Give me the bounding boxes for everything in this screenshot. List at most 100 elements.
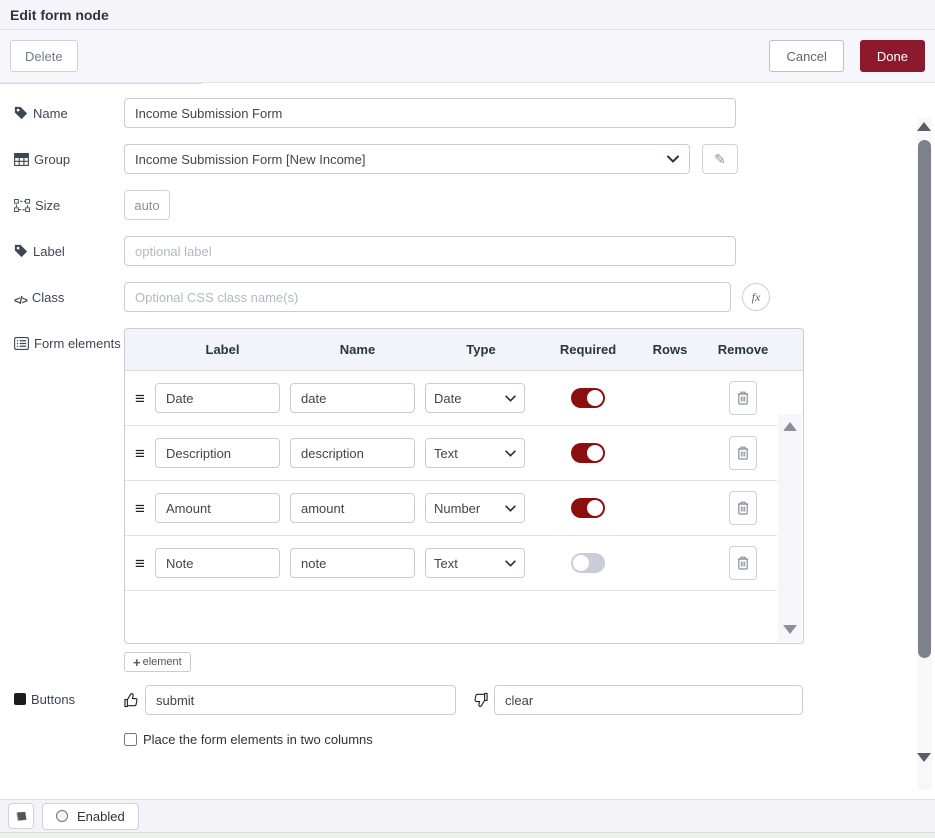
drag-handle-icon[interactable]: ≡ — [125, 555, 155, 572]
group-select-value: Income Submission Form [New Income] — [135, 152, 667, 167]
square-icon — [14, 693, 26, 705]
scrollbar-thumb[interactable] — [918, 140, 931, 658]
label-row: Label — [14, 236, 935, 266]
table-scrollbar[interactable] — [778, 414, 802, 642]
edit-form-node-dialog: Edit form node Delete Cancel Done ⚙ Prop… — [0, 0, 935, 838]
col-header-type: Type — [425, 342, 537, 357]
group-row: Group Income Submission Form [New Income… — [14, 144, 935, 174]
tag-icon — [14, 244, 28, 258]
thumbs-up-icon — [124, 692, 139, 708]
remove-element-button[interactable] — [729, 491, 757, 525]
name-input[interactable] — [124, 98, 736, 128]
table-row: ≡ Text — [125, 426, 777, 481]
name-label: Name — [14, 98, 124, 124]
element-name-input[interactable] — [290, 548, 415, 578]
chevron-down-icon — [505, 560, 516, 567]
enabled-label: Enabled — [77, 809, 125, 824]
edit-group-button[interactable]: ✎ — [702, 144, 738, 174]
tag-icon — [14, 106, 28, 120]
element-name-input[interactable] — [290, 383, 415, 413]
done-button[interactable]: Done — [860, 40, 925, 72]
drag-handle-icon[interactable]: ≡ — [125, 390, 155, 407]
label-input[interactable] — [124, 236, 736, 266]
form-elements-row: Form elements Label Name Type Required R… — [14, 328, 935, 672]
element-label-input[interactable] — [155, 383, 280, 413]
two-columns-checkbox[interactable] — [124, 733, 137, 746]
element-name-input[interactable] — [290, 493, 415, 523]
table-row: ≡ Date — [125, 371, 777, 426]
clear-button-text-input[interactable] — [494, 685, 803, 715]
element-name-input[interactable] — [290, 438, 415, 468]
chevron-down-icon — [505, 450, 516, 457]
dialog-scrollbar[interactable] — [917, 118, 932, 790]
col-header-label: Label — [155, 342, 290, 357]
chevron-down-icon — [667, 155, 679, 163]
page-background-strip — [0, 832, 935, 838]
scroll-down-icon[interactable] — [917, 753, 931, 762]
required-toggle[interactable] — [571, 498, 605, 518]
element-type-select[interactable]: Text — [425, 438, 525, 468]
label-label: Label — [14, 236, 124, 262]
chevron-down-icon — [505, 395, 516, 402]
element-type-select[interactable]: Text — [425, 548, 525, 578]
dialog-header: Edit form node — [0, 0, 935, 30]
chevron-down-icon — [505, 505, 516, 512]
required-toggle[interactable] — [571, 553, 605, 573]
properties-panel: Name Group Income Submission Form [New I… — [0, 84, 935, 799]
class-input[interactable] — [124, 282, 731, 312]
size-auto-button[interactable]: auto — [124, 190, 170, 220]
fx-button[interactable]: fx — [742, 283, 770, 311]
table-row: ≡ Number — [125, 481, 777, 536]
remove-element-button[interactable] — [729, 381, 757, 415]
fx-icon: fx — [752, 290, 761, 305]
element-type-select[interactable]: Number — [425, 493, 525, 523]
status-circle-icon — [56, 810, 68, 822]
book-icon — [15, 811, 28, 822]
element-label-input[interactable] — [155, 493, 280, 523]
add-element-button[interactable]: + element — [124, 652, 191, 672]
required-toggle[interactable] — [571, 388, 605, 408]
form-elements-label: Form elements — [14, 328, 124, 354]
submit-button-text-input[interactable] — [145, 685, 456, 715]
trash-icon — [737, 556, 749, 570]
table-row: ≡ Text — [125, 536, 777, 591]
col-header-required: Required — [537, 342, 639, 357]
table-header: Label Name Type Required Rows Remove — [125, 329, 803, 371]
buttons-row: Buttons — [14, 685, 935, 715]
dialog-footer: Enabled — [0, 799, 935, 832]
table-rows: ≡ Date — [125, 371, 803, 643]
class-row: </>Class fx — [14, 282, 935, 312]
thumbs-down-icon — [473, 692, 488, 708]
size-label: Size — [14, 190, 124, 216]
drag-handle-icon[interactable]: ≡ — [125, 500, 155, 517]
code-icon: </> — [14, 293, 27, 310]
enabled-toggle-button[interactable]: Enabled — [42, 803, 139, 830]
remove-element-button[interactable] — [729, 546, 757, 580]
scroll-up-icon[interactable] — [917, 122, 931, 131]
class-label: </>Class — [14, 282, 124, 310]
element-label-input[interactable] — [155, 548, 280, 578]
trash-icon — [737, 446, 749, 460]
col-header-remove: Remove — [701, 342, 785, 357]
pencil-icon: ✎ — [714, 151, 726, 168]
required-toggle[interactable] — [571, 443, 605, 463]
name-row: Name — [14, 98, 935, 128]
col-header-name: Name — [290, 342, 425, 357]
list-alt-icon — [14, 337, 29, 350]
table-icon — [14, 153, 29, 166]
docs-button[interactable] — [8, 803, 34, 829]
group-label: Group — [14, 144, 124, 170]
remove-element-button[interactable] — [729, 436, 757, 470]
scroll-down-icon[interactable] — [783, 625, 797, 634]
cancel-button[interactable]: Cancel — [769, 40, 843, 72]
object-group-icon — [14, 199, 30, 212]
form-elements-table: Label Name Type Required Rows Remove ≡ — [124, 328, 804, 644]
element-type-select[interactable]: Date — [425, 383, 525, 413]
trash-icon — [737, 391, 749, 405]
element-label-input[interactable] — [155, 438, 280, 468]
scroll-up-icon[interactable] — [783, 422, 797, 431]
group-select[interactable]: Income Submission Form [New Income] — [124, 144, 690, 174]
col-header-rows: Rows — [639, 342, 701, 357]
drag-handle-icon[interactable]: ≡ — [125, 445, 155, 462]
delete-button[interactable]: Delete — [10, 40, 78, 72]
